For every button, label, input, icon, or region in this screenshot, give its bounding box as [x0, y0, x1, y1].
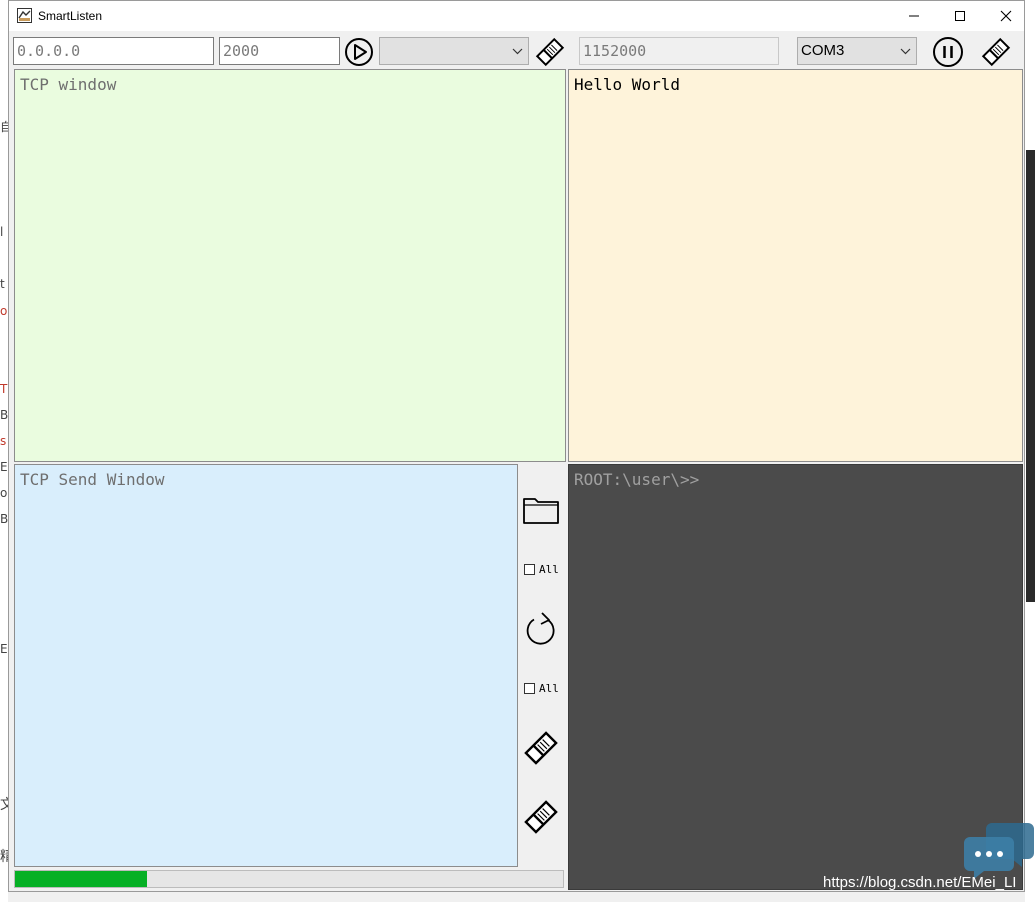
background-left-strip — [0, 0, 8, 902]
serial-receive-window[interactable]: Hello World — [568, 69, 1023, 462]
maximize-button[interactable] — [937, 1, 983, 31]
terminal-window[interactable]: ROOT:\user\>> — [568, 464, 1023, 890]
maximize-icon — [955, 11, 965, 21]
background-char: E — [0, 642, 8, 656]
refresh-icon — [526, 612, 555, 645]
background-char: o — [0, 486, 8, 500]
ip-address-input[interactable]: 0.0.0.0 — [13, 37, 214, 65]
checkbox-label: All — [539, 563, 559, 576]
eraser-icon — [981, 37, 1011, 67]
clear-terminal-button[interactable] — [521, 797, 561, 837]
clear-tcp-button[interactable] — [533, 36, 567, 68]
close-icon — [1000, 10, 1012, 22]
minimize-button[interactable] — [891, 1, 937, 31]
background-char: t — [0, 277, 5, 291]
open-file-button[interactable] — [521, 491, 561, 527]
checkbox-box[interactable] — [524, 683, 535, 694]
background-char: B — [0, 512, 9, 526]
background-char: l — [0, 225, 4, 239]
port-input[interactable]: 2000 — [219, 37, 340, 65]
background-char: B — [0, 408, 9, 422]
eraser-icon — [524, 800, 558, 834]
background-editor-strip — [1026, 150, 1035, 602]
eraser-icon — [524, 731, 558, 765]
window-title: SmartListen — [38, 9, 103, 23]
tcp-send-window[interactable]: TCP Send Window — [14, 464, 518, 867]
network-select[interactable] — [379, 37, 529, 65]
title-bar[interactable]: SmartListen — [9, 1, 1024, 31]
tcp-receive-window[interactable]: TCP window — [14, 69, 566, 462]
background-char: s — [0, 434, 7, 448]
chevron-down-icon — [900, 48, 911, 55]
play-icon — [345, 38, 373, 66]
background-char: E — [0, 460, 8, 474]
folder-icon — [523, 498, 559, 524]
background-char: o — [0, 304, 8, 318]
app-icon — [17, 8, 32, 23]
com-port-select[interactable]: COM3 — [797, 37, 917, 65]
checkbox-box[interactable] — [524, 564, 535, 575]
repeat-send-button[interactable] — [521, 609, 561, 649]
minimize-icon — [909, 15, 919, 17]
background-char: T — [0, 382, 8, 396]
pause-button[interactable] — [931, 36, 965, 68]
clear-serial-button[interactable] — [979, 36, 1013, 68]
baud-rate-input[interactable]: 1152000 — [579, 37, 779, 65]
com-port-select-value: COM3 — [801, 42, 845, 59]
send-progress-bar — [14, 870, 564, 888]
eraser-icon — [535, 37, 565, 67]
pause-icon — [933, 37, 963, 67]
chat-icon — [964, 823, 1034, 879]
send-all-checkbox-1[interactable]: All — [524, 563, 559, 576]
close-button[interactable] — [983, 1, 1029, 31]
connect-button[interactable] — [343, 37, 375, 67]
send-all-checkbox-2[interactable]: All — [524, 682, 559, 695]
clear-send-button[interactable] — [521, 728, 561, 768]
app-window: SmartListen 0.0.0.0 2000 1152000 COM3 TC… — [8, 0, 1034, 892]
chevron-down-icon — [512, 48, 523, 55]
progress-fill — [15, 871, 147, 887]
checkbox-label: All — [539, 682, 559, 695]
watermark-text: https://blog.csdn.net/EMei_LI — [823, 874, 1017, 891]
